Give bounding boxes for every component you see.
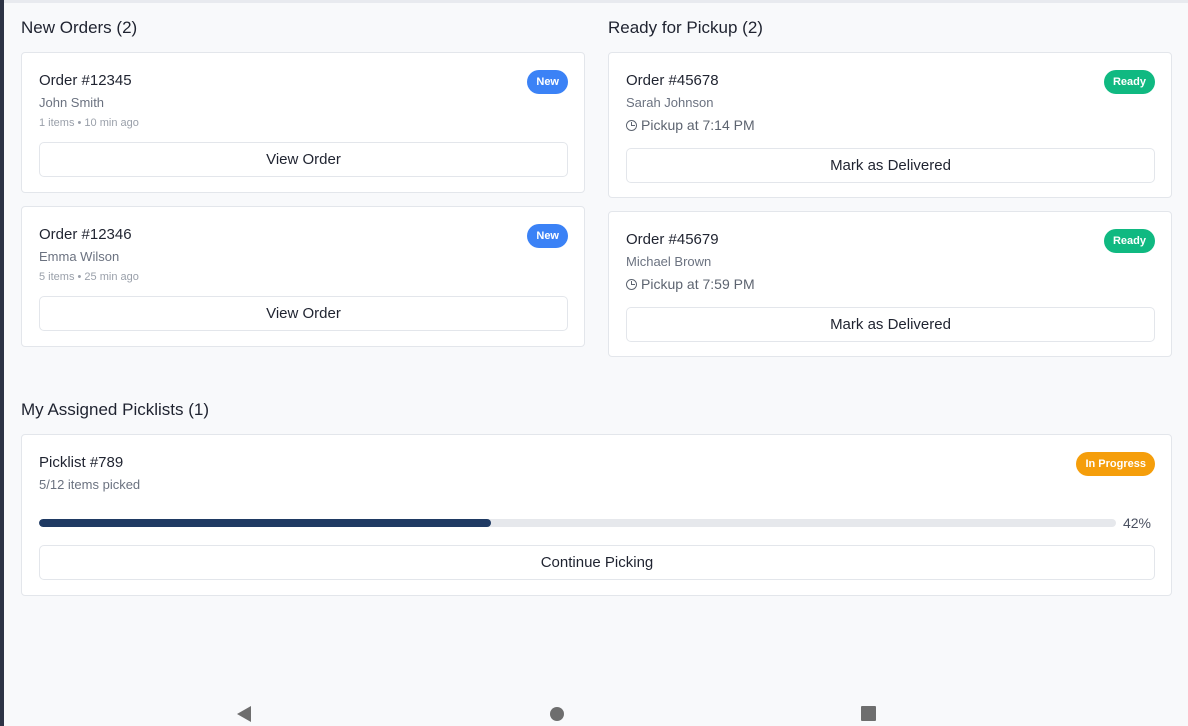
status-badge-ready: Ready: [1103, 229, 1155, 253]
customer-name: John Smith: [39, 95, 105, 110]
pickup-time: Pickup at 7:59 PM: [626, 276, 755, 292]
mark-as-delivered-button[interactable]: Mark as Delivered: [626, 148, 1155, 183]
customer-name: Emma Wilson: [39, 249, 120, 264]
view-order-button[interactable]: View Order: [39, 142, 568, 177]
clock-icon: [626, 119, 637, 131]
mark-as-delivered-button[interactable]: Mark as Delivered: [626, 307, 1155, 342]
progress-bar: [39, 519, 1116, 527]
order-number: Order #12345: [39, 72, 132, 89]
status-badge-new: New: [527, 70, 568, 94]
status-badge-ready: Ready: [1103, 70, 1155, 94]
top-divider: [4, 0, 1188, 3]
new-orders-heading: New Orders (2): [21, 18, 138, 37]
continue-picking-button[interactable]: Continue Picking: [39, 545, 1155, 580]
order-card: Order #12346 Emma Wilson 5 items • 25 mi…: [21, 206, 585, 347]
picklist-number: Picklist #789: [39, 454, 124, 471]
back-icon[interactable]: [237, 706, 251, 722]
order-meta: 1 items • 10 min ago: [39, 117, 139, 129]
picklist-card: Picklist #789 5/12 items picked In Progr…: [21, 434, 1172, 596]
view-order-button[interactable]: View Order: [39, 296, 568, 331]
ready-for-pickup-heading: Ready for Pickup (2): [608, 18, 763, 37]
customer-name: Sarah Johnson: [626, 95, 714, 110]
pickup-order-card: Order #45679 Michael Brown Pickup at 7:5…: [608, 211, 1172, 357]
order-card: Order #12345 John Smith 1 items • 10 min…: [21, 52, 585, 193]
progress-bar-fill: [39, 519, 492, 527]
pickup-time: Pickup at 7:14 PM: [626, 117, 755, 133]
status-badge-in-progress: In Progress: [1076, 452, 1155, 476]
picklist-progress-text: 5/12 items picked: [39, 477, 141, 492]
customer-name: Michael Brown: [626, 254, 712, 269]
pickup-order-card: Order #45678 Sarah Johnson Pickup at 7:1…: [608, 52, 1172, 198]
order-number: Order #45679: [626, 231, 719, 248]
clock-icon: [626, 278, 637, 290]
progress-percent: 42%: [1122, 515, 1151, 531]
status-badge-new: New: [527, 224, 568, 248]
recents-icon[interactable]: [861, 706, 876, 721]
system-navigation-bar: [0, 690, 1188, 726]
order-number: Order #12346: [39, 226, 132, 243]
home-icon[interactable]: [550, 707, 564, 721]
order-number: Order #45678: [626, 72, 719, 89]
pickup-time-label: Pickup at 7:14 PM: [641, 117, 755, 133]
window-edge: [0, 0, 4, 726]
order-meta: 5 items • 25 min ago: [39, 271, 139, 283]
assigned-picklists-heading: My Assigned Picklists (1): [21, 400, 209, 419]
pickup-time-label: Pickup at 7:59 PM: [641, 276, 755, 292]
